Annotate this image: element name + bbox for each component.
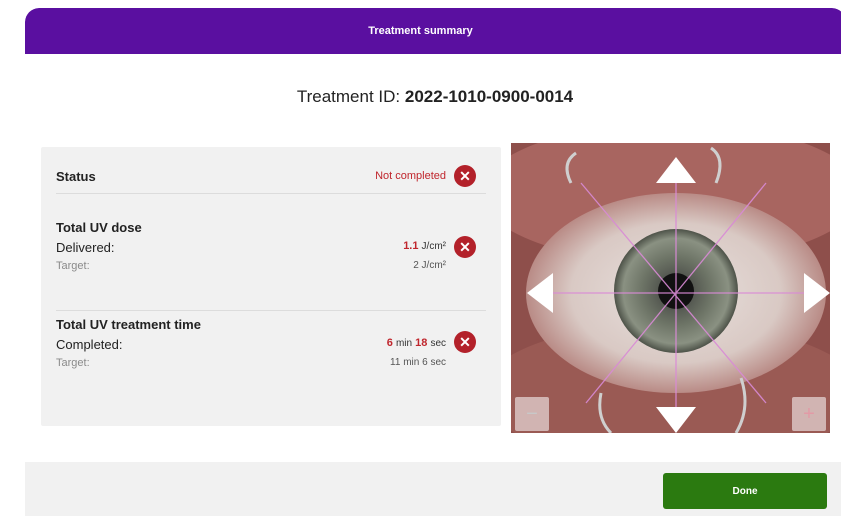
uv-dose-section: Total UV dose Delivered: 1.1 J/cm² ✕ Tar… [56,220,486,311]
dialog-footer: Done [25,462,841,516]
time-target-sec: 6 [422,357,428,368]
zoom-in-button[interactable]: + [792,397,826,431]
time-target-min-unit: min [403,357,420,368]
treatment-id-value: 2022-1010-0900-0014 [404,87,574,106]
delivered-number: 1.1 [403,240,419,252]
close-circle-icon: ✕ [454,236,476,258]
completed-sec-unit: sec [430,338,446,349]
dose-target-value: 2 J/cm² [413,260,446,271]
treatment-id: Treatment ID: 2022-1010-0900-0014 [25,87,841,107]
eye-camera-view[interactable]: − + [511,143,830,433]
dialog-title: Treatment summary [368,25,473,37]
completed-label: Completed: [56,337,123,352]
done-button[interactable]: Done [663,473,827,509]
summary-panel: Status Not completed ✕ Total UV dose Del… [41,147,501,426]
completed-sec: 18 [415,337,428,349]
time-target-sec-unit: sec [430,357,446,368]
dose-target-unit: J/cm² [421,260,446,271]
time-target-value: 11 min 6 sec [390,357,446,368]
treatment-id-label: Treatment ID: [296,87,401,106]
dose-target-number: 2 [413,260,419,271]
status-label: Status [56,169,96,184]
delivered-label: Delivered: [56,240,115,255]
zoom-out-button[interactable]: − [515,397,549,431]
eye-image [511,143,830,433]
delivered-unit: J/cm² [421,241,446,252]
treatment-summary-dialog: Treatment summary Treatment ID: 2022-101… [25,8,841,516]
completed-min-unit: min [395,338,413,349]
status-value: Not completed [375,170,446,182]
close-circle-icon: ✕ [454,165,476,187]
uv-dose-title: Total UV dose [56,220,142,235]
close-circle-icon: ✕ [454,331,476,353]
uv-time-title: Total UV treatment time [56,317,201,332]
completed-min: 6 [386,337,393,349]
time-target-label: Target: [56,357,90,369]
status-row: Status Not completed ✕ [56,165,486,194]
dose-target-label: Target: [56,260,90,272]
time-target-min: 11 [390,357,401,368]
dialog-header: Treatment summary [25,8,841,54]
uv-time-section: Total UV treatment time Completed: 6 min… [56,317,486,397]
delivered-value: 1.1 J/cm² [403,240,446,252]
completed-value: 6 min 18 sec [387,337,446,349]
